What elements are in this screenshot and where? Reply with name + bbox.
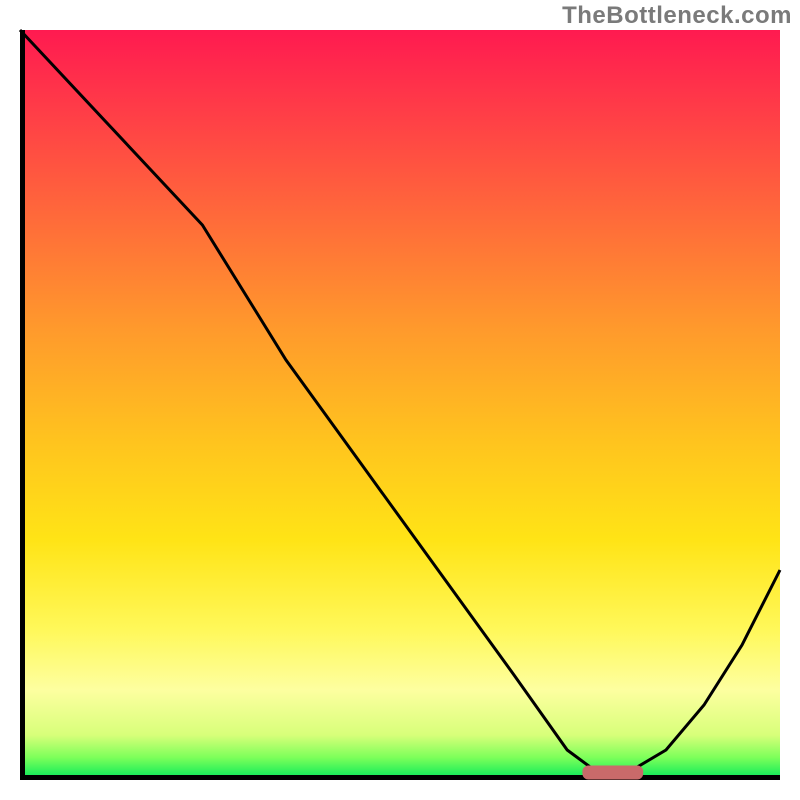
chart-overlay (20, 30, 780, 780)
plot-area (20, 30, 780, 780)
chart-stage: TheBottleneck.com (0, 0, 800, 800)
bottleneck-curve (20, 30, 780, 773)
watermark-text: TheBottleneck.com (562, 2, 792, 30)
optimal-marker (582, 766, 643, 780)
